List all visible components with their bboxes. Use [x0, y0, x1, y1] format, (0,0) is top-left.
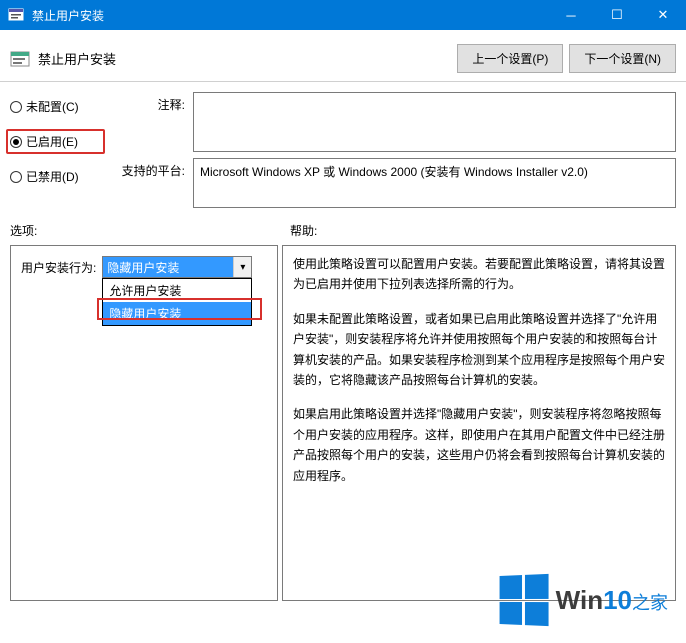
platform-label: 支持的平台: — [105, 158, 185, 208]
page-title: 禁止用户安装 — [38, 49, 451, 68]
maximize-button[interactable]: ☐ — [594, 0, 640, 30]
options-panel: 用户安装行为: 隐藏用户安装 ▾ 允许用户安装 隐藏用户安装 — [10, 245, 278, 601]
header-row: 禁止用户安装 上一个设置(P) 下一个设置(N) — [0, 30, 686, 82]
radio-label: 已启用(E) — [26, 133, 78, 150]
watermark: Win10之家 — [498, 575, 668, 625]
mid-headers: 选项: 帮助: — [0, 218, 686, 241]
minimize-button[interactable]: ─ — [548, 0, 594, 30]
panels: 用户安装行为: 隐藏用户安装 ▾ 允许用户安装 隐藏用户安装 使用此策略设置可以… — [0, 241, 686, 611]
comment-textarea[interactable] — [193, 92, 676, 152]
help-para-3: 如果启用此策略设置并选择"隐藏用户安装"，则安装程序将忽略按照每个用户安装的应用… — [293, 404, 665, 486]
radio-icon — [10, 136, 22, 148]
radio-enabled[interactable]: 已启用(E) — [10, 133, 99, 150]
behavior-row: 用户安装行为: 隐藏用户安装 ▾ 允许用户安装 隐藏用户安装 — [21, 256, 267, 278]
titlebar: 禁止用户安装 ─ ☐ ✕ — [0, 0, 686, 30]
dropdown-item-allow[interactable]: 允许用户安装 — [103, 279, 251, 302]
wm-brand2: 10 — [603, 585, 632, 615]
behavior-label: 用户安装行为: — [21, 259, 96, 276]
behavior-selected: 隐藏用户安装 — [103, 257, 233, 277]
radio-icon — [10, 101, 22, 113]
help-para-2: 如果未配置此策略设置，或者如果已启用此策略设置并选择了"允许用户安装"，则安装程… — [293, 309, 665, 391]
watermark-text: Win10之家 — [556, 587, 668, 613]
wm-sub: 之家 — [632, 593, 668, 613]
windows-logo-icon — [499, 574, 548, 626]
fields-column: 注释: 支持的平台: Microsoft Windows XP 或 Window… — [105, 92, 676, 208]
help-para-1: 使用此策略设置可以配置用户安装。若要配置此策略设置，请将其设置为已启用并使用下拉… — [293, 254, 665, 295]
radio-disabled[interactable]: 已禁用(D) — [10, 168, 105, 185]
comment-row: 注释: — [105, 92, 676, 152]
radio-unconfigured[interactable]: 未配置(C) — [10, 98, 105, 115]
close-button[interactable]: ✕ — [640, 0, 686, 30]
chevron-down-icon: ▾ — [233, 257, 251, 277]
behavior-select-wrap: 隐藏用户安装 ▾ 允许用户安装 隐藏用户安装 — [102, 256, 252, 278]
window-controls: ─ ☐ ✕ — [548, 0, 686, 30]
state-radios: 未配置(C) 已启用(E) 已禁用(D) — [10, 92, 105, 208]
behavior-select[interactable]: 隐藏用户安装 ▾ — [102, 256, 252, 278]
app-icon — [8, 7, 24, 23]
radio-label: 未配置(C) — [26, 98, 79, 115]
help-header: 帮助: — [290, 222, 676, 239]
window-title: 禁止用户安装 — [32, 7, 548, 24]
dropdown-item-hide[interactable]: 隐藏用户安装 — [103, 302, 251, 325]
wm-brand1: Win — [556, 585, 603, 615]
config-section: 未配置(C) 已启用(E) 已禁用(D) 注释: 支持的平台: Microsof… — [0, 82, 686, 218]
radio-label: 已禁用(D) — [26, 168, 79, 185]
platform-text: Microsoft Windows XP 或 Windows 2000 (安装有… — [193, 158, 676, 208]
radio-icon — [10, 171, 22, 183]
help-panel: 使用此策略设置可以配置用户安装。若要配置此策略设置，请将其设置为已启用并使用下拉… — [282, 245, 676, 601]
comment-label: 注释: — [105, 92, 185, 152]
prev-setting-button[interactable]: 上一个设置(P) — [457, 44, 563, 73]
next-setting-button[interactable]: 下一个设置(N) — [569, 44, 676, 73]
behavior-dropdown: 允许用户安装 隐藏用户安装 — [102, 278, 252, 326]
platform-row: 支持的平台: Microsoft Windows XP 或 Windows 20… — [105, 158, 676, 208]
policy-icon — [10, 49, 30, 69]
options-header: 选项: — [10, 222, 290, 239]
